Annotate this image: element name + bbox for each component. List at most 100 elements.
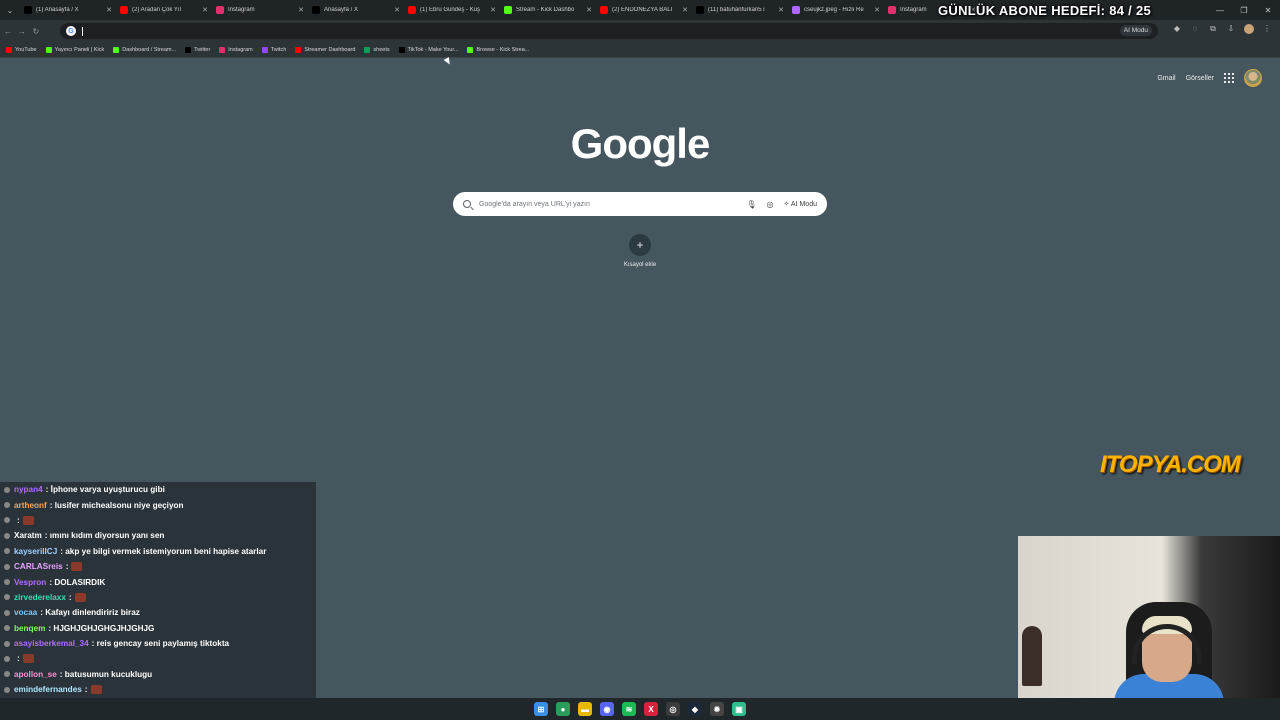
close-tab-icon[interactable]: ✕	[874, 6, 880, 14]
close-tab-icon[interactable]: ✕	[106, 6, 112, 14]
x-icon	[696, 6, 704, 14]
search-icon	[463, 200, 471, 208]
bookmark-item[interactable]: Streamer Dashboard	[295, 46, 355, 53]
bookmark-item[interactable]: Yayıncı Paneli | Kick	[45, 46, 104, 53]
maximize-icon[interactable]: ❐	[1232, 6, 1256, 15]
close-tab-icon[interactable]: ✕	[202, 6, 208, 14]
account-avatar[interactable]	[1244, 69, 1262, 87]
profile-avatar[interactable]	[1244, 24, 1254, 34]
chat-username[interactable]: nypan4	[14, 485, 43, 494]
chat-text: : HJGHJGHJGHGJHJGHJG	[48, 623, 155, 633]
chat-username[interactable]: asayisberkemal_34	[14, 639, 89, 648]
chat-username[interactable]: artheonf	[14, 501, 47, 510]
tab[interactable]: (2) ENDONEZYA BALI ✕	[596, 1, 692, 19]
add-shortcut-button[interactable]: + Kısayol ekle	[620, 234, 660, 268]
omnibox-ai-mode-button[interactable]: AI Modu	[1119, 25, 1152, 36]
search-input[interactable]: Google'da arayın veya URL'yi yazın	[479, 201, 746, 208]
tab[interactable]: Stream - Kick Dashbo ✕	[500, 1, 596, 19]
spotify-icon[interactable]: ≋	[622, 702, 636, 716]
folder-icon[interactable]: ▬	[578, 702, 592, 716]
user-badge-icon	[4, 563, 10, 570]
close-window-icon[interactable]: ✕	[1256, 6, 1280, 15]
chat-message: benqem: HJGHJGHJGHGJHJGHJG	[0, 621, 316, 636]
windows-icon[interactable]: ⊞	[534, 702, 548, 716]
bookmark-item[interactable]: Twitter	[185, 46, 210, 53]
obs-icon[interactable]: ◎	[666, 702, 680, 716]
extensions-puzzle-icon[interactable]: ⧉	[1208, 24, 1218, 34]
kick-icon	[45, 46, 52, 53]
chat-text: : lusifer michealsonu niye geçiyon	[49, 500, 184, 510]
stream-chat-overlay: nypan4: İphone varya uyuşturucu gibi arth…	[0, 482, 316, 704]
tab[interactable]: cseujkz.jpeg - Hızlı Re ✕	[788, 1, 884, 19]
chat-username[interactable]: apollon_se	[14, 670, 57, 679]
tab[interactable]: (11) batuhanfurkan5 i ✕	[692, 1, 788, 19]
back-icon[interactable]: ←	[2, 27, 14, 36]
extension-icon-2[interactable]: ◌	[1190, 24, 1200, 34]
images-link[interactable]: Görseller	[1186, 75, 1214, 82]
tab-title: (2) Aradan Çok Yıl	[132, 7, 181, 13]
tab-title: Instagram	[228, 7, 255, 13]
chat-text: : reis gencay seni paylamış tiktokta	[91, 639, 230, 649]
downloads-icon[interactable]: ⇩	[1226, 24, 1236, 34]
steam-icon[interactable]: ◆	[688, 702, 702, 716]
close-tab-icon[interactable]: ✕	[394, 6, 400, 14]
chat-username[interactable]: emindefernandes	[14, 685, 82, 694]
google-search-box[interactable]: Google'da arayın veya URL'yi yazın 🎙 ◎ ✧…	[453, 192, 827, 216]
chat-username[interactable]: Vespron	[14, 578, 46, 587]
microphone-icon[interactable]: 🎙	[746, 200, 756, 209]
apps-grid-icon[interactable]	[1224, 73, 1234, 83]
chat-username[interactable]: benqem	[14, 624, 45, 633]
chat-text: :	[65, 562, 69, 572]
tab[interactable]: (1) Ebru Gündeş - Kuş ✕	[404, 1, 500, 19]
close-tab-icon[interactable]: ✕	[490, 6, 496, 14]
discord-icon[interactable]: ◉	[600, 702, 614, 716]
menu-icon[interactable]: ⋮	[1262, 24, 1272, 34]
address-bar[interactable]: G AI Modu	[60, 23, 1158, 39]
bookmark-label: Instagram	[228, 46, 253, 53]
user-badge-icon	[4, 548, 10, 555]
settings-icon[interactable]: ✹	[710, 702, 724, 716]
bookmark-item[interactable]: Browse - Kick Strea...	[467, 46, 529, 53]
gmail-link[interactable]: Gmail	[1157, 75, 1175, 82]
bookmark-item[interactable]: Dashboard / Stream...	[113, 46, 176, 53]
user-badge-icon	[4, 655, 10, 662]
ai-mode-button[interactable]: ✧ AI Modu	[783, 200, 817, 208]
google-lens-icon[interactable]: ◎	[767, 200, 774, 209]
xsplit-icon[interactable]: X	[644, 702, 658, 716]
youtube-icon	[120, 6, 128, 14]
webcam-feed	[1018, 536, 1280, 720]
chat-username[interactable]: Xaratm	[14, 531, 42, 540]
chat-text: :	[17, 654, 20, 664]
extension-icon[interactable]: ◆	[1172, 24, 1182, 34]
kick-icon	[504, 6, 512, 14]
close-tab-icon[interactable]: ✕	[682, 6, 688, 14]
bookmark-item[interactable]: TikTok - Make Your...	[398, 46, 459, 53]
app-icon[interactable]: ▣	[732, 702, 746, 716]
bookmark-item[interactable]: Instagram	[219, 46, 253, 53]
chat-username[interactable]: kayserilICJ	[14, 547, 57, 556]
chat-username[interactable]: CARLASreis	[14, 562, 63, 571]
chat-username[interactable]: vocaa	[14, 608, 37, 617]
chat-text: : batusumun kucuklugu	[59, 669, 153, 679]
tiktok-icon	[398, 46, 405, 53]
close-tab-icon[interactable]: ✕	[778, 6, 784, 14]
close-tab-icon[interactable]: ✕	[586, 6, 592, 14]
reload-icon[interactable]: ↻	[30, 27, 42, 36]
tab[interactable]: Instagram ✕	[212, 1, 308, 19]
bookmark-item[interactable]: YouTube	[6, 46, 37, 53]
tab-search-icon[interactable]: ⌄	[0, 0, 20, 20]
add-shortcut-label: Kısayol ekle	[623, 262, 657, 268]
chat-message: asayisberkemal_34: reis gencay seni payl…	[0, 636, 316, 651]
bookmark-item[interactable]: sheets	[364, 46, 390, 53]
bookmark-item[interactable]: Twitch	[261, 46, 286, 53]
close-tab-icon[interactable]: ✕	[298, 6, 304, 14]
bookmark-label: TikTok - Make Your...	[407, 46, 459, 53]
chat-message: apollon_se: batusumun kucuklugu	[0, 667, 316, 682]
tab[interactable]: (1) Anasayfa / X ✕	[20, 1, 116, 19]
tab[interactable]: Anasayfa / X ✕	[308, 1, 404, 19]
minimize-icon[interactable]: —	[1208, 6, 1232, 15]
forward-icon[interactable]: →	[16, 27, 28, 36]
tab[interactable]: (2) Aradan Çok Yıl ✕	[116, 1, 212, 19]
chat-username[interactable]: zirvederelaxx	[14, 593, 66, 602]
chrome-icon[interactable]: ●	[556, 702, 570, 716]
